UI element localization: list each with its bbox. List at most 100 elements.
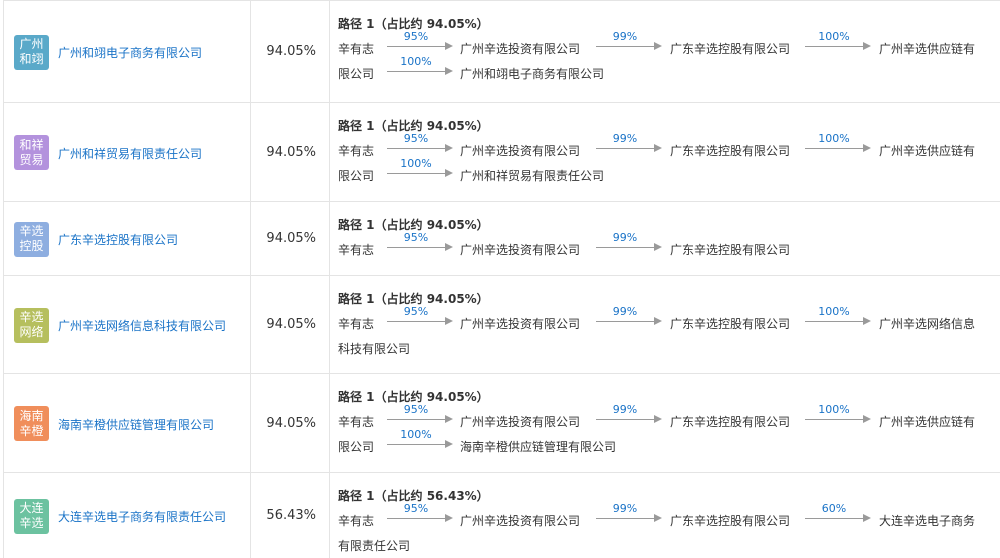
- logo-text-line2: 辛橙: [19, 423, 44, 438]
- chain-node[interactable]: 广东辛选控股有限公司: [670, 142, 790, 159]
- arrow-line: [387, 321, 445, 322]
- holding-ratio: 94.05%: [266, 415, 316, 431]
- chain-node[interactable]: 广东辛选控股有限公司: [670, 40, 790, 57]
- chain-node[interactable]: 广州辛选供应链有: [879, 142, 975, 159]
- holding-percent: 99%: [612, 132, 638, 145]
- chain-node[interactable]: 广东辛选控股有限公司: [670, 315, 790, 332]
- logo-text-line1: 和祥: [19, 137, 44, 152]
- company-name-link[interactable]: 广州和翊电子商务有限公司: [58, 44, 202, 61]
- cell-divider: [329, 103, 330, 201]
- chain-node[interactable]: 大连辛选电子商务: [879, 512, 975, 529]
- holding-percent: 100%: [818, 30, 850, 43]
- arrow-head-icon: [863, 415, 871, 423]
- arrow-head-icon: [445, 514, 453, 522]
- chain-node: 辛有志: [338, 243, 375, 257]
- company-logo: 广州 和翊: [14, 34, 49, 70]
- holding-percent: 95%: [403, 30, 429, 43]
- holding-arrow: 100%: [387, 157, 455, 184]
- holding-arrow: 95%: [387, 30, 455, 57]
- cell-divider: [329, 1, 330, 102]
- arrow-line: [387, 444, 445, 445]
- chain-node[interactable]: 广州和祥贸易有限责任公司: [460, 167, 604, 184]
- company-logo: 海南 辛橙: [14, 406, 49, 441]
- cell-divider: [250, 473, 251, 558]
- chain-node: 辛有志: [338, 42, 375, 56]
- holding-percent: 100%: [818, 403, 850, 416]
- arrow-line: [596, 321, 654, 322]
- holding-percent: 99%: [612, 305, 638, 318]
- chain-node[interactable]: 广州辛选投资有限公司: [460, 142, 580, 159]
- holding-ratio: 94.05%: [266, 231, 316, 246]
- logo-text-line1: 辛选: [19, 310, 44, 324]
- arrow-head-icon: [445, 144, 453, 152]
- arrow-line: [387, 173, 445, 174]
- holding-arrow: 95%: [387, 502, 455, 529]
- chain-node[interactable]: 广州辛选网络信息: [879, 315, 975, 332]
- chain-node[interactable]: 广州辛选供应链有: [879, 413, 975, 430]
- chain-node: 辛有志: [338, 317, 375, 331]
- arrow-line: [387, 518, 445, 519]
- holding-arrow: 60%: [805, 502, 873, 529]
- company-logo: 辛选 网络: [14, 307, 49, 343]
- cell-divider: [3, 374, 4, 472]
- logo-text-line2: 控股: [19, 239, 44, 253]
- chain-node[interactable]: 广州辛选投资有限公司: [460, 413, 580, 430]
- cell-divider: [329, 473, 330, 558]
- chain-node[interactable]: 广东辛选控股有限公司: [670, 413, 790, 430]
- arrow-head-icon: [863, 317, 871, 325]
- holding-percent: 95%: [403, 305, 429, 318]
- logo-text-line1: 大连: [19, 501, 44, 515]
- arrow-head-icon: [863, 42, 871, 50]
- chain-node: 限公司: [338, 440, 375, 454]
- chain-node[interactable]: 广州辛选投资有限公司: [460, 512, 580, 529]
- company-name-link[interactable]: 大连辛选电子商务有限责任公司: [58, 508, 226, 525]
- holding-arrow: 100%: [805, 30, 873, 57]
- chain-node[interactable]: 广州辛选投资有限公司: [460, 241, 580, 258]
- cell-divider: [250, 1, 251, 102]
- table-row: 海南 辛橙 海南辛橙供应链管理有限公司 94.05% 路径 1（占比约 94.05%）辛…: [3, 373, 1000, 472]
- logo-text-line2: 辛选: [19, 516, 44, 530]
- chain-node: 辛有志: [338, 514, 375, 528]
- holding-arrow: 95%: [387, 132, 455, 159]
- chain-node[interactable]: 广东辛选控股有限公司: [670, 512, 790, 529]
- holding-arrow: 100%: [387, 55, 455, 82]
- chain-node[interactable]: 广东辛选控股有限公司: [670, 241, 790, 258]
- holding-arrow: 95%: [387, 305, 455, 332]
- cell-divider: [3, 473, 4, 558]
- holding-arrow: 100%: [805, 305, 873, 332]
- company-name-link[interactable]: 广州辛选网络信息科技有限公司: [58, 317, 226, 334]
- chain-node: 辛有志: [338, 144, 375, 158]
- holding-arrow: 99%: [596, 502, 664, 529]
- chain-node[interactable]: 广州和翊电子商务有限公司: [460, 65, 604, 82]
- table-row: 辛选 网络 广州辛选网络信息科技有限公司 94.05% 路径 1（占比约 94.05%）…: [3, 275, 1000, 373]
- chain-node: 限公司: [338, 67, 375, 81]
- logo-text-line1: 海南: [19, 408, 44, 423]
- chain-node[interactable]: 广州辛选供应链有: [879, 40, 975, 57]
- arrow-line: [596, 247, 654, 248]
- holding-percent: 95%: [403, 231, 429, 244]
- holding-arrow: 99%: [596, 231, 664, 258]
- company-logo: 和祥 贸易: [14, 135, 49, 170]
- cell-divider: [3, 103, 4, 201]
- arrow-line: [596, 518, 654, 519]
- cell-divider: [3, 202, 4, 275]
- company-name-link[interactable]: 广东辛选控股有限公司: [58, 231, 178, 248]
- holding-percent: 60%: [821, 502, 847, 515]
- holding-ratio: 56.43%: [266, 508, 316, 523]
- holding-arrow: 99%: [596, 305, 664, 332]
- chain-node[interactable]: 海南辛橙供应链管理有限公司: [460, 438, 616, 455]
- arrow-head-icon: [654, 514, 662, 522]
- arrow-line: [387, 46, 445, 47]
- cell-divider: [250, 276, 251, 373]
- company-name-link[interactable]: 广州和祥贸易有限责任公司: [58, 145, 202, 162]
- holding-percent: 99%: [612, 30, 638, 43]
- cell-divider: [250, 374, 251, 472]
- cell-divider: [250, 103, 251, 201]
- arrow-head-icon: [445, 415, 453, 423]
- chain-node: 有限责任公司: [338, 539, 411, 553]
- chain-node[interactable]: 广州辛选投资有限公司: [460, 315, 580, 332]
- company-name-link[interactable]: 海南辛橙供应链管理有限公司: [58, 416, 214, 433]
- chain-node[interactable]: 广州辛选投资有限公司: [460, 40, 580, 57]
- chain-node: 科技有限公司: [338, 342, 411, 356]
- arrow-line: [805, 321, 863, 322]
